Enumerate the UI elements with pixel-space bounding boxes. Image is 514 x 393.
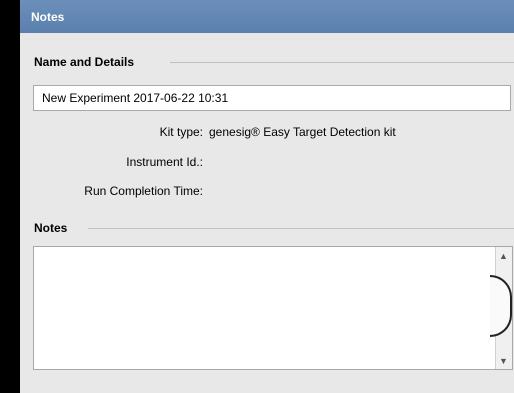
notes-textarea[interactable]: ▲ ▼ xyxy=(33,246,513,370)
scroll-down-arrow-icon[interactable]: ▼ xyxy=(496,354,511,369)
notes-divider xyxy=(88,228,514,229)
kit-type-label: Kit type: xyxy=(159,125,203,139)
notes-heading: Notes xyxy=(34,221,74,235)
experiment-name-input[interactable] xyxy=(33,85,511,111)
name-details-divider xyxy=(170,62,514,63)
notes-scrollbar[interactable]: ▲ ▼ xyxy=(490,247,512,369)
kit-type-value: genesig® Easy Target Detection kit xyxy=(209,125,396,139)
run-completion-label: Run Completion Time: xyxy=(84,184,203,198)
notes-panel: Notes Name and Details Kit type: genesig… xyxy=(20,0,514,393)
panel-title-bar: Notes xyxy=(20,0,514,33)
scroll-thumb[interactable] xyxy=(490,275,512,337)
scroll-up-arrow-icon[interactable]: ▲ xyxy=(496,249,511,264)
panel-title: Notes xyxy=(31,10,65,24)
instrument-id-label: Instrument Id.: xyxy=(126,155,203,169)
name-details-heading: Name and Details xyxy=(34,55,141,69)
